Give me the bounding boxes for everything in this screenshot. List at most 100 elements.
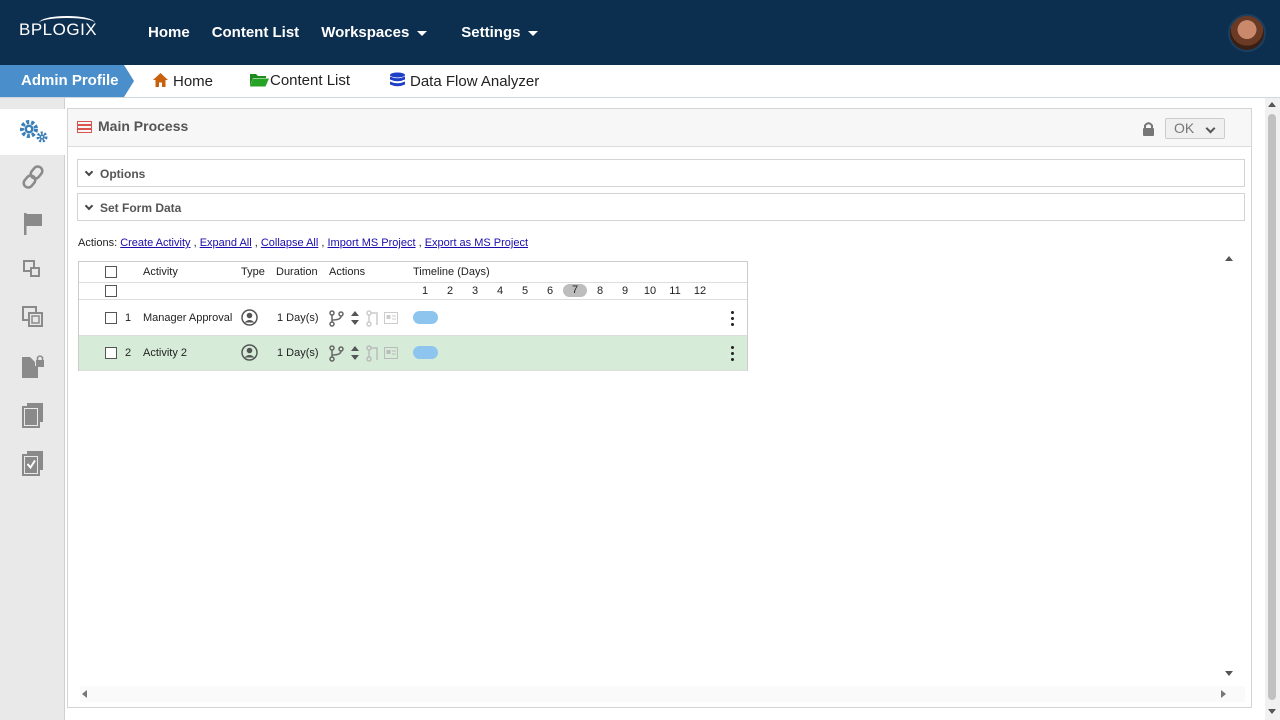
column-header-actions: Actions: [329, 266, 366, 278]
timeline-day: 5: [521, 285, 529, 297]
breadcrumb-content-list[interactable]: Content List: [249, 72, 350, 91]
timeline-day: 8: [596, 285, 604, 297]
sidebar-item-gears[interactable]: [0, 109, 65, 155]
timeline-day: 9: [621, 285, 629, 297]
breadcrumb: Admin Profile Home Content List Data Flo…: [0, 65, 1280, 98]
export-ms-project-link[interactable]: Export as MS Project: [425, 237, 528, 249]
timeline-day: 12: [693, 285, 707, 297]
activity-name[interactable]: Activity 2: [143, 347, 187, 359]
chevron-down-icon: [84, 201, 94, 211]
sidebar-item-documents[interactable]: [0, 393, 65, 439]
select-all-checkbox[interactable]: [105, 285, 117, 297]
timeline-day: 10: [643, 285, 657, 297]
breadcrumb-admin-profile[interactable]: Admin Profile: [0, 65, 134, 97]
scroll-up-arrow-icon[interactable]: [1268, 102, 1276, 107]
column-header-activity[interactable]: Activity: [143, 266, 178, 278]
expand-all-link[interactable]: Expand All: [200, 237, 252, 249]
sidebar-item-checkbox-document[interactable]: [0, 441, 65, 487]
nav-settings[interactable]: Settings: [461, 24, 539, 41]
form-icon: [384, 312, 398, 327]
timeline-bar[interactable]: [413, 346, 438, 359]
row-checkbox[interactable]: [105, 312, 117, 324]
flag-icon: [22, 212, 44, 239]
sidebar-item-copy[interactable]: [0, 295, 65, 341]
timeline-day: 6: [546, 285, 554, 297]
row-checkbox[interactable]: [105, 347, 117, 359]
activity-name[interactable]: Manager Approval: [143, 312, 232, 324]
page-scrollbar[interactable]: [1265, 98, 1280, 720]
scroll-down-arrow-icon[interactable]: [1268, 709, 1276, 714]
timeline-day-today: 7: [563, 284, 587, 297]
link-icon: [21, 164, 44, 192]
timeline-bar[interactable]: [413, 311, 438, 324]
section-label: Options: [100, 167, 146, 181]
folder-icon: [249, 72, 269, 91]
column-header-timeline: Timeline (Days): [413, 266, 490, 278]
select-all-checkbox[interactable]: [105, 266, 117, 278]
nav-workspaces[interactable]: Workspaces: [321, 24, 428, 41]
activity-grid: Activity Type Duration Actions Timeline …: [78, 261, 748, 371]
checkbox-document-icon: [21, 450, 45, 479]
user-icon: [241, 344, 258, 364]
layers-icon: [22, 259, 44, 284]
more-vertical-icon[interactable]: [731, 311, 735, 329]
collapse-all-link[interactable]: Collapse All: [261, 237, 318, 249]
sidebar-item-flag[interactable]: [0, 202, 65, 248]
house-icon: [152, 72, 169, 92]
sidebar-item-link[interactable]: [0, 155, 65, 201]
activity-duration: 1 Day(s): [277, 312, 319, 324]
create-activity-link[interactable]: Create Activity: [120, 237, 190, 249]
timeline-day: 4: [496, 285, 504, 297]
reorder-arrows-icon[interactable]: [350, 310, 360, 329]
more-vertical-icon[interactable]: [731, 346, 735, 364]
horizontal-scrollbar[interactable]: [80, 686, 1245, 702]
ok-button[interactable]: OK: [1165, 118, 1225, 139]
branch-icon[interactable]: [329, 310, 344, 330]
process-panel: Main Process OK Options Set Form Data Ac…: [67, 108, 1252, 708]
top-nav: Home Content List Workspaces Settings: [148, 24, 560, 41]
nav-content-list[interactable]: Content List: [212, 24, 300, 41]
actions-links: Actions: Create Activity , Expand All , …: [78, 237, 529, 249]
scroll-up-arrow-icon[interactable]: [1225, 256, 1233, 261]
scrollbar-thumb[interactable]: [1268, 114, 1276, 700]
timeline-day: 2: [446, 285, 454, 297]
main-content: Main Process OK Options Set Form Data Ac…: [65, 98, 1280, 720]
scroll-down-arrow-icon[interactable]: [1225, 671, 1233, 676]
column-header-type: Type: [241, 266, 265, 278]
breadcrumb-home[interactable]: Home: [152, 72, 213, 92]
user-icon: [241, 309, 258, 329]
scroll-right-arrow-icon[interactable]: [1221, 690, 1226, 698]
row-number: 2: [125, 347, 132, 359]
timeline-day: 3: [471, 285, 479, 297]
table-row[interactable]: 1 Manager Approval 1 Day(s): [79, 301, 747, 336]
reorder-arrows-icon[interactable]: [350, 345, 360, 364]
top-navigation-bar: BPLOGIX Home Content List Workspaces Set…: [0, 0, 1280, 65]
breadcrumb-data-flow-analyzer[interactable]: Data Flow Analyzer: [389, 72, 539, 92]
nav-home[interactable]: Home: [148, 24, 190, 41]
chevron-down-icon: [1205, 123, 1216, 134]
import-ms-project-link[interactable]: Import MS Project: [328, 237, 416, 249]
bplogix-logo[interactable]: BPLOGIX: [19, 16, 97, 40]
sidebar-item-layers[interactable]: [0, 248, 65, 294]
user-avatar[interactable]: [1228, 14, 1266, 52]
lock-icon[interactable]: [1142, 121, 1155, 140]
process-icon: [77, 121, 92, 133]
form-icon: [384, 347, 398, 362]
caret-down-icon: [417, 30, 428, 36]
scroll-left-arrow-icon[interactable]: [82, 690, 87, 698]
column-header-duration: Duration: [276, 266, 318, 278]
caret-down-icon: [528, 30, 539, 36]
sidebar-item-locked-document[interactable]: [0, 345, 65, 391]
section-options[interactable]: Options: [77, 159, 1245, 187]
connector-icon: [366, 345, 380, 365]
left-sidebar: [0, 98, 65, 720]
connector-icon: [366, 310, 380, 330]
locked-document-icon: [20, 354, 46, 383]
row-number: 1: [125, 312, 132, 324]
gears-icon: [16, 117, 50, 148]
branch-icon[interactable]: [329, 345, 344, 365]
table-row[interactable]: 2 Activity 2 1 Day(s): [79, 336, 747, 371]
copy-icon: [21, 305, 45, 332]
chevron-down-icon: [84, 167, 94, 177]
section-set-form-data[interactable]: Set Form Data: [77, 193, 1245, 221]
